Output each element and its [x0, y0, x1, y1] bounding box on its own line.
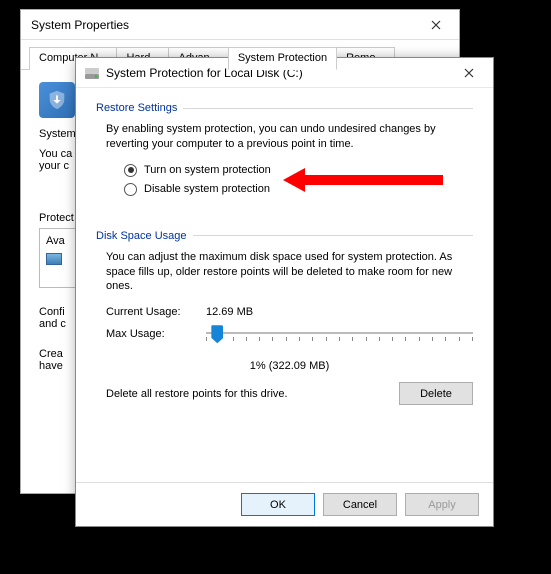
cancel-button[interactable]: Cancel: [323, 493, 397, 516]
dialog-footer: OK Cancel Apply: [76, 482, 493, 526]
restore-settings-header: Restore Settings: [96, 102, 473, 114]
system-protection-dialog: System Protection for Local Disk (C:) Re…: [75, 57, 494, 527]
radio-turn-on-label: Turn on system protection: [144, 164, 271, 176]
close-icon: [464, 68, 474, 78]
max-usage-value: 1% (322.09 MB): [106, 360, 473, 372]
restore-shield-icon: [39, 82, 75, 118]
apply-button[interactable]: Apply: [405, 493, 479, 516]
current-usage-row: Current Usage: 12.69 MB: [106, 306, 473, 318]
parent-title: System Properties: [31, 18, 449, 32]
tab-system-protection[interactable]: System Protection: [228, 47, 337, 70]
restore-description: By enabling system protection, you can u…: [106, 122, 473, 152]
current-usage-value: 12.69 MB: [206, 306, 253, 318]
max-usage-label: Max Usage:: [106, 324, 206, 354]
max-usage-slider[interactable]: [206, 324, 473, 354]
drive-icon: [46, 253, 62, 265]
radio-icon: [124, 183, 137, 196]
radio-icon: [124, 164, 137, 177]
close-icon: [431, 20, 441, 30]
current-usage-label: Current Usage:: [106, 306, 206, 318]
slider-track: [206, 332, 473, 334]
divider: [183, 108, 473, 109]
max-usage-row: Max Usage:: [106, 324, 473, 354]
slider-ticks: [206, 337, 473, 342]
parent-close-button[interactable]: [413, 10, 459, 40]
parent-titlebar: System Properties: [21, 10, 459, 40]
delete-description: Delete all restore points for this drive…: [106, 388, 389, 400]
delete-button[interactable]: Delete: [399, 382, 473, 405]
drive-icon: [84, 65, 100, 81]
disk-space-label: Disk Space Usage: [96, 230, 187, 242]
radio-disable[interactable]: Disable system protection: [124, 183, 473, 196]
radio-disable-label: Disable system protection: [144, 183, 270, 195]
dialog-body: Restore Settings By enabling system prot…: [76, 88, 493, 482]
disk-description: You can adjust the maximum disk space us…: [106, 250, 473, 295]
divider: [193, 235, 474, 236]
ok-button[interactable]: OK: [241, 493, 315, 516]
dialog-close-button[interactable]: [447, 59, 491, 87]
radio-turn-on[interactable]: Turn on system protection: [124, 164, 473, 177]
disk-space-header: Disk Space Usage: [96, 230, 473, 242]
restore-settings-label: Restore Settings: [96, 102, 177, 114]
